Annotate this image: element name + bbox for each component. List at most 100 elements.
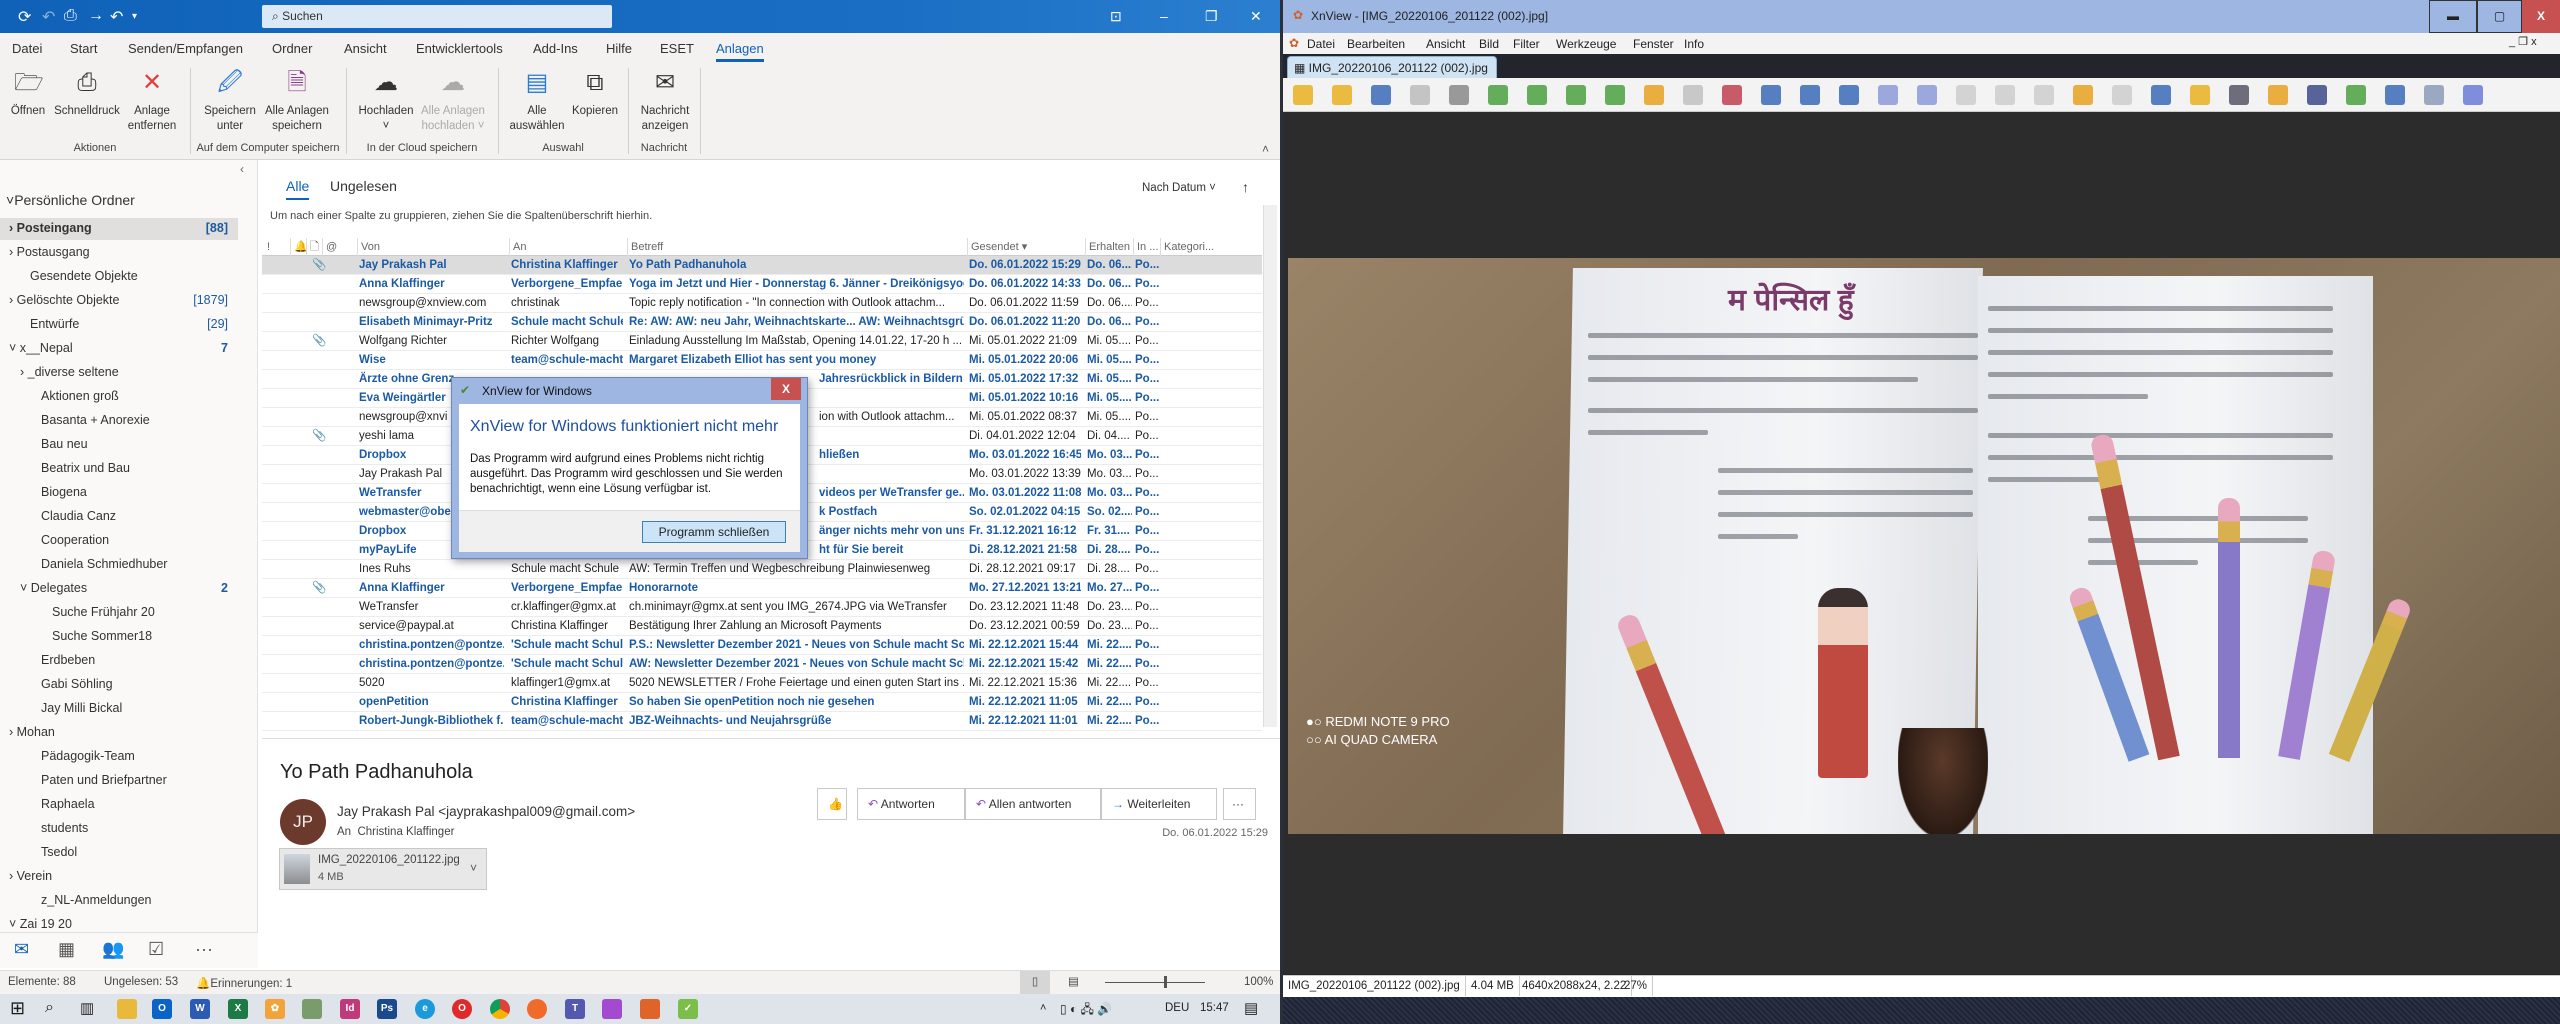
select-all-button[interactable]: ▤ Alle auswählen [505,68,569,134]
table-row[interactable]: openPetition Christina Klaffinger So haben… [262,693,1262,712]
menu-bild[interactable]: Bild [1479,37,1499,51]
collapse-ribbon-icon[interactable]: ˄ [1262,142,1269,156]
sort-direction-icon[interactable]: ↑ [1242,179,1249,195]
col-attachment-icon[interactable]: @ [322,238,337,256]
language-indicator[interactable]: DEU [1165,1002,1189,1014]
toolbar-icon[interactable] [1683,85,1703,105]
toolbar-icon[interactable] [1293,85,1313,105]
remove-attachment-button[interactable]: ✕ Anlage entfernen [124,68,180,134]
menu-info[interactable]: Info [1684,37,1704,51]
toolbar-icon[interactable] [2385,85,2405,105]
expand-icon[interactable]: › [20,365,28,379]
expand-icon[interactable]: ˅ [9,917,20,931]
edge-app-icon[interactable]: e [415,999,435,1019]
xnview-close-button[interactable]: X [2522,0,2560,33]
folder-item[interactable]: Biogena [0,482,238,504]
folder-item[interactable]: ˅ Delegates 2 [0,578,238,600]
menu-datei[interactable]: Datei [1307,37,1335,51]
tray-chevron-icon[interactable]: ˄ [1040,1002,1046,1014]
tasks-icon[interactable]: ☑ [148,939,164,960]
folder-item[interactable]: Claudia Canz [0,506,238,528]
indesign-app-icon[interactable]: Id [340,999,360,1019]
toolbar-icon[interactable] [1761,85,1781,105]
folder-item[interactable]: Beatrix und Bau [0,458,238,480]
customize-icon[interactable]: ▾ [132,11,137,22]
col-icon[interactable]: 🗋 [306,238,319,256]
folder-item[interactable]: › _diverse seltene [0,362,238,384]
minimize-button[interactable]: – [1160,8,1168,24]
save-as-button[interactable]: 🖉 Speichern unter [200,68,260,134]
close-program-button[interactable]: Programm schließen [642,521,786,543]
toolbar-icon[interactable] [2112,85,2132,105]
toolbar-icon[interactable] [1839,85,1859,105]
expand-icon[interactable]: ˅ [20,581,31,595]
more-icon[interactable]: ··· [195,939,213,960]
table-row[interactable]: Ines Ruhs Schule macht Schule AW: Termin T… [262,560,1262,579]
expand-icon[interactable]: › [9,725,17,739]
table-row[interactable]: 📎 Anna Klaffinger Verborgene_Empfae... Hono… [262,579,1262,598]
table-row[interactable]: service@paypal.at Christina Klaffinger Bes… [262,617,1262,636]
folder-item[interactable]: Raphaela [0,794,238,816]
tab-ordner[interactable]: Ordner [272,41,312,56]
expand-icon[interactable]: › [9,293,17,307]
folder-item[interactable]: Paten und Briefpartner [0,770,238,792]
folder-item[interactable]: Cooperation [0,530,238,552]
sync-icon[interactable]: ⟳ [18,7,31,27]
mail-icon[interactable]: ✉ [14,939,29,960]
folder-item[interactable]: Gesendete Objekte [0,266,238,288]
folder-item[interactable]: Daniela Schmiedhuber [0,554,238,576]
upload-button[interactable]: ☁ Hochladen ˅ [354,68,418,134]
expand-icon[interactable]: › [9,245,17,259]
tab-anlagen[interactable]: Anlagen [716,41,764,62]
col-importance[interactable]: ! [264,238,270,256]
folder-item[interactable]: Gabi Söhling [0,674,238,696]
zoom-slider[interactable] [1105,982,1205,983]
windows-start-icon[interactable]: ⊞ [10,998,25,1019]
reply-button[interactable]: ↶ Antworten [857,788,965,820]
toolbar-icon[interactable] [1878,85,1898,105]
toolbar-icon[interactable] [1527,85,1547,105]
show-message-button[interactable]: ✉ Nachricht anzeigen [634,68,696,134]
maximize-button[interactable]: ❐ [1205,8,1218,25]
folder-item[interactable]: Suche Frühjahr 20 [0,602,238,624]
more-actions-button[interactable]: ··· [1223,788,1256,820]
table-row[interactable]: christina.pontzen@pontze... 'Schule macht… [262,655,1262,674]
folder-item[interactable]: › Postausgang [0,242,238,264]
table-row[interactable]: 📎 Wolfgang Richter Richter Wolfgang Einladu… [262,332,1262,351]
folder-item[interactable]: Bau neu [0,434,238,456]
app-icon[interactable] [640,999,660,1019]
sender[interactable]: Jay Prakash Pal <jayprakashpal009@gmail.… [337,804,635,819]
toolbar-icon[interactable] [1956,85,1976,105]
menu-bearbeiten[interactable]: Bearbeiten [1347,37,1405,51]
table-row[interactable]: newsgroup@xnview.com christinak Topic repl… [262,294,1262,313]
toolbar-icon[interactable] [2190,85,2210,105]
folder-item[interactable]: Entwürfe [29] [0,314,238,336]
photoshop-app-icon[interactable]: Ps [377,999,397,1019]
toolbar-icon[interactable] [1917,85,1937,105]
table-row[interactable]: Elisabeth Minimayr-Pritz Schule macht Sch… [262,313,1262,332]
folder-item[interactable]: › Posteingang [88] [0,218,238,240]
table-row[interactable]: Robert-Jungk-Bibliothek f... team@schule-… [262,712,1262,731]
folder-item[interactable]: Tsedol [0,842,238,864]
table-row[interactable]: christina.pontzen@pontze... 'Schule macht… [262,636,1262,655]
ribbon-display-icon[interactable]: ⊡ [1110,8,1122,25]
toolbar-icon[interactable] [2229,85,2249,105]
collapse-pane-icon[interactable]: ‹ [240,162,244,176]
col-to[interactable]: An [509,238,526,256]
tab-unread[interactable]: Ungelesen [330,178,397,194]
tab-senden[interactable]: Senden/Empfangen [128,41,243,56]
child-window-controls[interactable]: _ ❐ x [2509,35,2537,48]
tray-icons[interactable]: ▯ ◐ 🖧 🔊 [1060,1000,1112,1021]
table-row[interactable]: Wise team@schule-macht... Margaret Elizabe… [262,351,1262,370]
tab-entwicklertools[interactable]: Entwicklertools [416,41,503,56]
people-icon[interactable]: 👥 [102,939,124,960]
tab-eset[interactable]: ESET [660,41,694,56]
toolbar-icon[interactable] [2034,85,2054,105]
folder-item[interactable]: Suche Sommer18 [0,626,238,648]
toolbar-icon[interactable] [1605,85,1625,105]
toolbar-icon[interactable] [2463,85,2483,105]
tab-addins[interactable]: Add-Ins [533,41,578,56]
firefox-app-icon[interactable] [527,999,547,1019]
folder-item[interactable]: Jay Milli Bickal [0,698,238,720]
tab-all[interactable]: Alle [286,178,310,200]
